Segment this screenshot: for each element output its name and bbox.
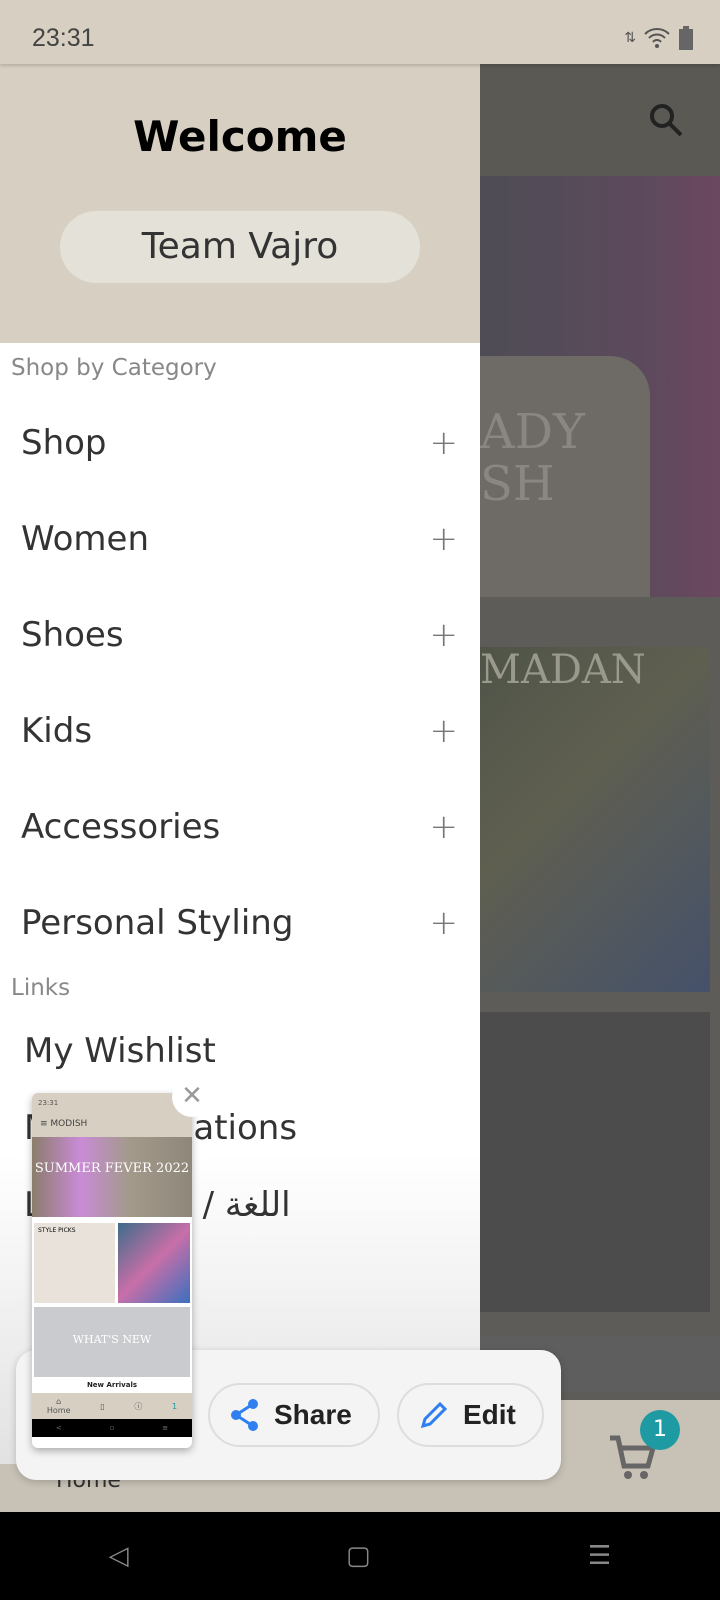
preview-info-icon: ⓘ xyxy=(134,1401,143,1411)
preview-tile-image xyxy=(117,1223,190,1303)
category-label: Kids xyxy=(21,711,93,751)
expand-plus-icon[interactable]: + xyxy=(430,423,459,463)
category-item[interactable]: Women + xyxy=(0,491,480,587)
wifi-icon xyxy=(644,28,670,48)
preview-banner: SUMMER FEVER 2022 xyxy=(32,1137,192,1217)
preview-category-icon: ▯ xyxy=(100,1401,105,1411)
link-item[interactable]: My Wishlist xyxy=(0,1013,480,1090)
category-label: Shop xyxy=(21,423,107,463)
home-icon[interactable]: ▢ xyxy=(346,1541,371,1571)
cart-badge: 1 xyxy=(640,1410,680,1450)
category-item[interactable]: Shoes + xyxy=(0,587,480,683)
category-item[interactable]: Kids + xyxy=(0,683,480,779)
user-button[interactable]: Team Vajro xyxy=(60,211,420,283)
share-button[interactable]: Share xyxy=(208,1383,380,1447)
search-icon[interactable] xyxy=(648,102,684,138)
banner-text: MADAN xyxy=(480,647,646,693)
preview-tile: STYLE PICKS xyxy=(34,1223,115,1303)
preview-time: 23:31 xyxy=(32,1093,192,1113)
banner-text: ADY SH xyxy=(480,404,585,512)
welcome-title: Welcome xyxy=(133,112,347,161)
preview-home-icon: ⌂ xyxy=(56,1397,62,1406)
preview-header: ≡ MODISH xyxy=(32,1113,192,1137)
edit-label: Edit xyxy=(463,1399,516,1430)
expand-plus-icon[interactable]: + xyxy=(430,711,459,751)
expand-plus-icon[interactable]: + xyxy=(430,519,459,559)
menu-icon[interactable]: ☰ xyxy=(588,1541,611,1571)
category-label: Women xyxy=(21,519,150,559)
pencil-icon xyxy=(420,1401,448,1429)
preview-new: WHAT'S NEW xyxy=(34,1307,190,1377)
category-label: Accessories xyxy=(21,807,221,847)
category-item[interactable]: Personal Styling + xyxy=(0,875,480,971)
status-bar: 23:31 ⇅ xyxy=(0,0,720,64)
share-icon xyxy=(231,1399,258,1431)
new-arrivals-banner[interactable] xyxy=(480,1012,710,1312)
system-nav-bar: ◁ ▢ ☰ xyxy=(0,1512,720,1600)
clock: 23:31 xyxy=(32,24,95,52)
preview-nav-home: Home xyxy=(46,1406,71,1415)
category-label: Shoes xyxy=(21,615,124,655)
close-preview-button[interactable]: ✕ xyxy=(172,1077,212,1117)
preview-cart-badge: 1 xyxy=(172,1401,178,1411)
screenshot-preview[interactable]: 23:31 ≡ MODISH SUMMER FEVER 2022 STYLE P… xyxy=(32,1093,192,1448)
battery-icon xyxy=(679,26,693,50)
category-item[interactable]: Shop + xyxy=(0,395,480,491)
share-label: Share xyxy=(274,1399,352,1430)
home-screen-dimmed: ADY SH MADAN xyxy=(480,64,720,1512)
edit-button[interactable]: Edit xyxy=(397,1383,544,1447)
category-item[interactable]: Accessories + xyxy=(0,779,480,875)
app-header xyxy=(480,64,720,176)
preview-nav-home-item: ⌂ Home xyxy=(47,1397,71,1415)
preview-sysnav: < ▫ ≡ xyxy=(32,1419,192,1437)
drawer-header: Welcome Team Vajro xyxy=(0,64,480,343)
back-icon[interactable]: ◁ xyxy=(109,1541,129,1571)
expand-plus-icon[interactable]: + xyxy=(430,903,459,943)
expand-plus-icon[interactable]: + xyxy=(430,807,459,847)
preview-caption: New Arrivals xyxy=(86,1381,138,1389)
expand-plus-icon[interactable]: + xyxy=(430,615,459,655)
ramadan-banner[interactable]: MADAN xyxy=(480,647,710,992)
category-label: Personal Styling xyxy=(21,903,294,943)
preview-nav: ⌂ Home ▯ ⓘ 1 xyxy=(32,1393,192,1419)
preview-app-name: MODISH xyxy=(50,1119,88,1129)
section-shop-by-category: Shop by Category xyxy=(11,355,217,381)
section-links: Links xyxy=(11,975,71,1001)
data-arrows-icon: ⇅ xyxy=(624,30,636,46)
hero-banner[interactable]: ADY SH xyxy=(480,176,720,597)
